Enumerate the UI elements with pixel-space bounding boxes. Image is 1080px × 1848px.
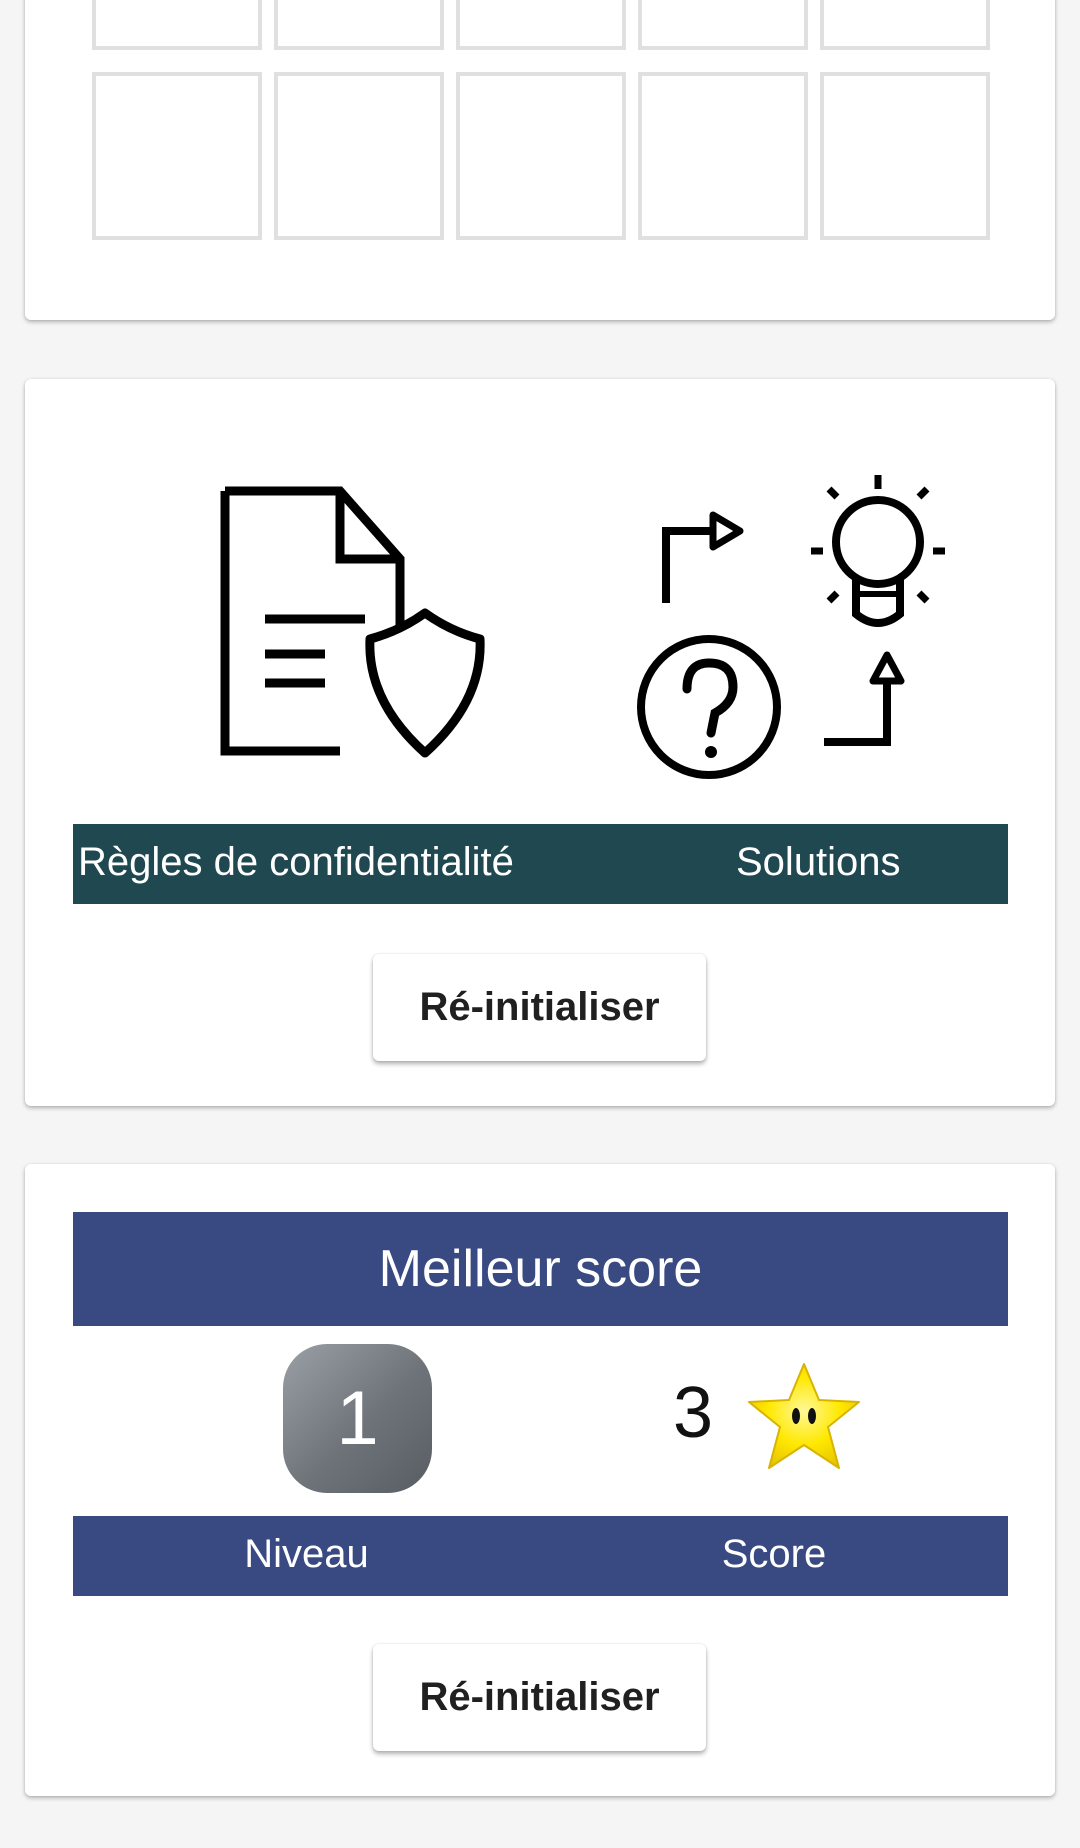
grid-cell[interactable] (638, 72, 808, 240)
score-label-bar: Niveau Score (73, 1516, 1008, 1596)
reset-button[interactable]: Ré-initialiser (373, 954, 706, 1061)
score-label: Score (721, 1532, 827, 1576)
grid-cell[interactable] (456, 0, 626, 50)
grid-cell[interactable] (820, 72, 990, 240)
solutions-link[interactable]: Solutions (736, 840, 901, 885)
grid-cell[interactable] (274, 72, 444, 240)
best-score-title: Meilleur score (73, 1212, 1008, 1326)
grid-card (25, 0, 1055, 320)
grid-cell[interactable] (456, 72, 626, 240)
level-badge: 1 (283, 1344, 432, 1493)
grid-row-2 (92, 72, 995, 240)
question-lightbulb-icon[interactable] (605, 467, 965, 787)
reset-score-button[interactable]: Ré-initialiser (373, 1644, 706, 1751)
grid-cell[interactable] (274, 0, 444, 50)
grid-row-1 (92, 0, 995, 50)
document-shield-icon[interactable] (195, 471, 495, 771)
score-card: Meilleur score 1 3 Niveau Score Ré-initi… (25, 1164, 1055, 1796)
score-value: 3 (673, 1373, 714, 1453)
info-label-bar: Règles de confidentialité Solutions (73, 824, 1008, 904)
privacy-rules-link[interactable]: Règles de confidentialité (78, 840, 514, 885)
info-card: Règles de confidentialité Solutions Ré-i… (25, 379, 1055, 1106)
star-icon (745, 1360, 863, 1472)
level-label: Niveau (244, 1532, 369, 1576)
grid-cell[interactable] (92, 0, 262, 50)
grid-cell[interactable] (820, 0, 990, 50)
grid-cell[interactable] (638, 0, 808, 50)
grid-cell[interactable] (92, 72, 262, 240)
